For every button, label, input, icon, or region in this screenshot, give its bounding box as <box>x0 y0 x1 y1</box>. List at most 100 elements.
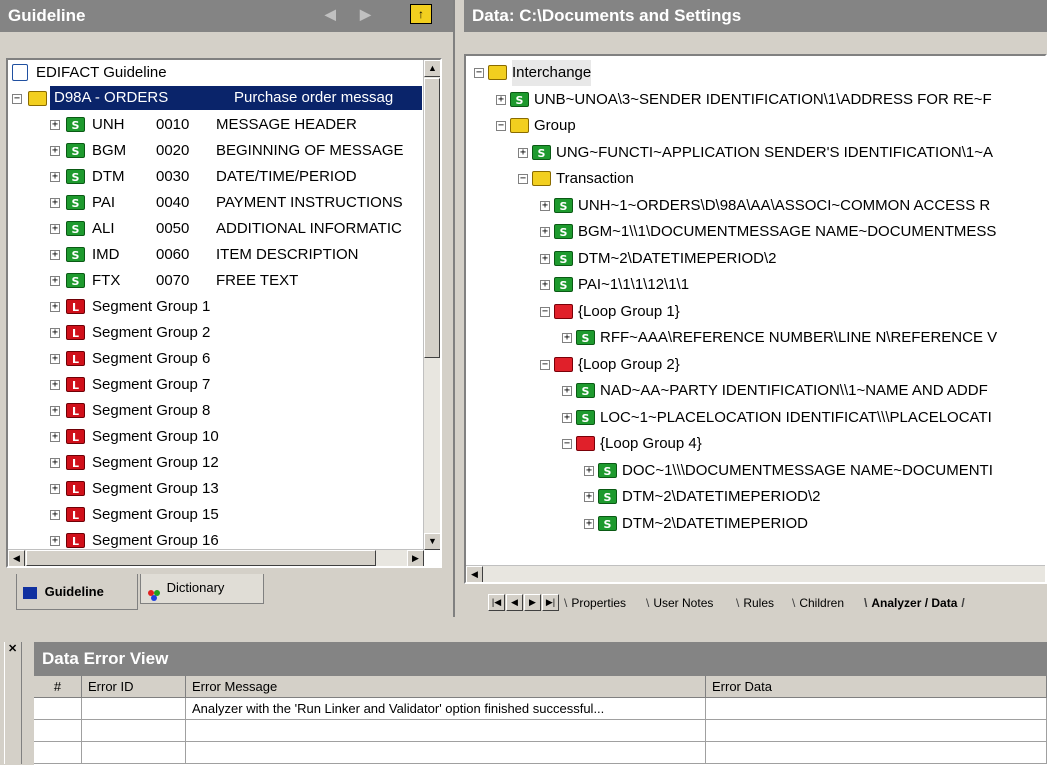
guideline-segment-row[interactable]: + S ALI 0050 ADDITIONAL INFORMATIC <box>8 216 428 242</box>
collapse-toggle-icon[interactable]: − <box>540 306 550 317</box>
expand-toggle-icon[interactable]: + <box>50 510 60 520</box>
expand-toggle-icon[interactable]: + <box>50 484 60 494</box>
guideline-message-node[interactable]: − D98A - ORDERS Purchase order messag <box>12 86 426 112</box>
collapse-toggle-icon[interactable]: − <box>540 359 550 370</box>
selected-message[interactable]: D98A - ORDERS Purchase order messag <box>50 86 422 110</box>
expand-toggle-icon[interactable]: + <box>50 354 60 364</box>
collapse-toggle-icon[interactable]: − <box>12 94 22 104</box>
expand-toggle-icon[interactable]: + <box>540 227 550 237</box>
expand-toggle-icon[interactable]: + <box>518 147 528 158</box>
collapse-toggle-icon[interactable]: − <box>496 121 506 131</box>
guideline-segment-row[interactable]: + S IMD 0060 ITEM DESCRIPTION <box>8 242 428 268</box>
expand-toggle-icon[interactable]: + <box>496 94 506 105</box>
column-header[interactable]: # <box>34 676 82 698</box>
collapse-toggle-icon[interactable]: − <box>474 68 484 78</box>
first-tab-icon[interactable]: |◀ <box>488 594 505 611</box>
guideline-segment-row[interactable]: + S UNH 0010 MESSAGE HEADER <box>8 112 428 138</box>
column-header[interactable]: Error Message <box>186 676 706 698</box>
guideline-panel: Guideline ◀ ▶ ↑ EDIFACT Guideline − D98A -… <box>0 0 455 617</box>
tab-properties[interactable]: \ Properties <box>564 596 626 610</box>
expand-toggle-icon[interactable]: + <box>540 280 550 290</box>
expand-toggle-icon[interactable]: + <box>50 432 60 442</box>
empty-cell <box>34 720 82 742</box>
guideline-group-row[interactable]: + L Segment Group 7 <box>8 372 428 398</box>
expand-toggle-icon[interactable]: + <box>584 465 594 476</box>
expand-toggle-icon[interactable]: + <box>50 328 60 338</box>
guideline-segment-row[interactable]: + S FTX 0070 FREE TEXT <box>8 268 428 294</box>
collapse-toggle-icon[interactable]: − <box>518 174 528 184</box>
expand-toggle-icon[interactable]: + <box>50 198 60 208</box>
guideline-vertical-scrollbar[interactable]: ▲ ▼ <box>423 60 440 550</box>
data-node-label: NAD~AA~PARTY IDENTIFICATION\\1~NAME AND … <box>600 382 988 399</box>
segment-number: 0020 <box>156 142 190 159</box>
segment-code: IMD <box>92 246 120 263</box>
column-header[interactable]: Error ID <box>82 676 186 698</box>
error-row-cell: Analyzer with the 'Run Linker and Valida… <box>186 698 706 720</box>
back-arrow-icon[interactable]: ◀ <box>325 6 336 23</box>
guideline-group-row[interactable]: + L Segment Group 2 <box>8 320 428 346</box>
guideline-group-row[interactable]: + L Segment Group 10 <box>8 424 428 450</box>
close-icon[interactable]: ✕ <box>8 642 17 655</box>
tab-dictionary[interactable]: Dictionary <box>140 574 264 604</box>
last-tab-icon[interactable]: ▶| <box>542 594 559 611</box>
expand-toggle-icon[interactable]: + <box>50 302 60 312</box>
expand-toggle-icon[interactable]: + <box>562 386 572 396</box>
expand-toggle-icon[interactable]: + <box>584 518 594 529</box>
expand-toggle-icon[interactable]: + <box>50 172 60 182</box>
segment-description: PAYMENT INSTRUCTIONS <box>216 194 403 211</box>
expand-toggle-icon[interactable]: + <box>50 406 60 416</box>
tab-guideline[interactable]: Guideline <box>16 574 138 610</box>
collapse-toggle-icon[interactable]: − <box>562 439 572 449</box>
guideline-group-row[interactable]: + L Segment Group 8 <box>8 398 428 424</box>
expand-toggle-icon[interactable]: + <box>50 250 60 260</box>
tab-label: Rules <box>743 596 775 610</box>
guideline-tree[interactable]: EDIFACT Guideline − D98A - ORDERS Purchase … <box>6 58 442 568</box>
expand-toggle-icon[interactable]: + <box>50 120 60 130</box>
tab-user-notes[interactable]: \ User Notes <box>646 596 713 610</box>
expand-toggle-icon[interactable]: + <box>50 380 60 390</box>
guideline-group-row[interactable]: + L Segment Group 12 <box>8 450 428 476</box>
data-node-label: RFF~AAA\REFERENCE NUMBER\LINE N\REFERENC… <box>600 329 998 346</box>
forward-arrow-icon[interactable]: ▶ <box>360 6 371 23</box>
guideline-group-row[interactable]: + L Segment Group 1 <box>8 294 428 320</box>
prev-tab-icon[interactable]: ◀ <box>506 594 523 611</box>
guideline-group-row[interactable]: + L Segment Group 6 <box>8 346 428 372</box>
error-view-gripper[interactable]: ✕ <box>4 642 22 764</box>
guideline-group-row[interactable]: + L Segment Group 13 <box>8 476 428 502</box>
guideline-horizontal-scrollbar[interactable]: ◀ ▶ <box>8 549 424 566</box>
empty-cell <box>706 742 1047 764</box>
data-node-label: BGM~1\\1\DOCUMENTMESSAGE NAME~DOCUMENTME… <box>578 223 997 240</box>
up-folder-icon[interactable]: ↑ <box>410 4 432 24</box>
data-tree[interactable]: − Interchange + S UNB~UNOA\3~SENDER IDENTIFI… <box>464 54 1047 584</box>
expand-toggle-icon[interactable]: + <box>50 146 60 156</box>
expand-toggle-icon[interactable]: + <box>50 458 60 468</box>
tab-rules[interactable]: \ Rules <box>736 596 774 610</box>
guideline-segment-row[interactable]: + S BGM 0020 BEGINNING OF MESSAGE <box>8 138 428 164</box>
scroll-up-icon[interactable]: ▲ <box>424 60 440 77</box>
tab-analyzer-data[interactable]: \ Analyzer / Data / <box>864 596 965 610</box>
next-tab-icon[interactable]: ▶ <box>524 594 541 611</box>
error-row-cell <box>82 698 186 720</box>
expand-toggle-icon[interactable]: + <box>584 492 594 502</box>
guideline-group-row[interactable]: + L Segment Group 15 <box>8 502 428 528</box>
scroll-thumb[interactable] <box>424 78 440 358</box>
expand-toggle-icon[interactable]: + <box>50 224 60 234</box>
expand-toggle-icon[interactable]: + <box>540 253 550 264</box>
column-header[interactable]: Error Data <box>706 676 1047 698</box>
error-grid: # Error ID Error Message Error Data Analyze… <box>34 676 1047 765</box>
expand-toggle-icon[interactable]: + <box>540 200 550 211</box>
guideline-segment-row[interactable]: + S DTM 0030 DATE/TIME/PERIOD <box>8 164 428 190</box>
scroll-down-icon[interactable]: ▼ <box>424 533 440 550</box>
scroll-right-icon[interactable]: ▶ <box>407 550 424 566</box>
tab-children[interactable]: \ Children <box>792 596 844 610</box>
data-horizontal-scrollbar[interactable]: ◀ <box>466 565 1045 582</box>
segment-icon: S <box>554 250 573 266</box>
hscroll-thumb[interactable] <box>26 550 376 566</box>
scroll-left-icon[interactable]: ◀ <box>466 566 483 582</box>
expand-toggle-icon[interactable]: + <box>50 536 60 546</box>
guideline-segment-row[interactable]: + S PAI 0040 PAYMENT INSTRUCTIONS <box>8 190 428 216</box>
expand-toggle-icon[interactable]: + <box>50 276 60 286</box>
expand-toggle-icon[interactable]: + <box>562 412 572 423</box>
scroll-left-icon[interactable]: ◀ <box>8 550 25 566</box>
expand-toggle-icon[interactable]: + <box>562 333 572 343</box>
